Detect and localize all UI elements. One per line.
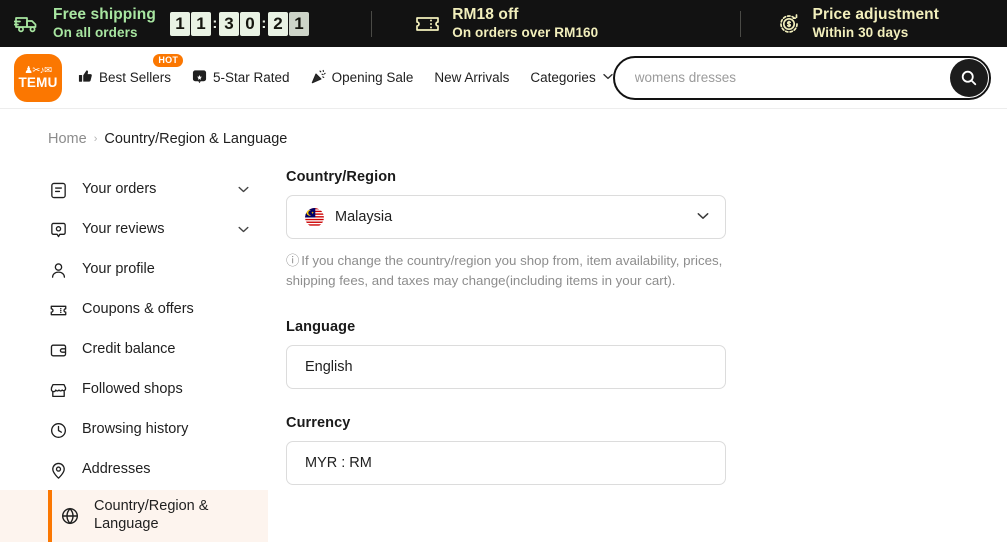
- breadcrumb-home[interactable]: Home: [48, 131, 87, 147]
- temu-logo[interactable]: ♟✂♪✉ TEMU: [14, 54, 62, 102]
- coupon-icon: [415, 14, 440, 34]
- clock-icon: [48, 420, 68, 440]
- page-body: Your orders Your reviews: [0, 147, 1007, 542]
- language-select[interactable]: English: [286, 345, 726, 389]
- main-navbar: ♟✂♪✉ TEMU Best Sellers HOT 5-Star R: [0, 47, 1007, 109]
- sidebar-label: Country/Region & Language: [94, 498, 224, 533]
- currency-select[interactable]: MYR : RM: [286, 441, 726, 485]
- sidebar-item-your-orders[interactable]: Your orders: [0, 170, 268, 210]
- logo-glyphs: ♟✂♪✉: [24, 66, 51, 76]
- promo-banner: Free shipping On all orders 1 1 : 3 0 : …: [0, 0, 1007, 47]
- timer-digit: 1: [289, 12, 309, 36]
- nav-item-categories[interactable]: Categories: [530, 67, 612, 88]
- sidebar-label: Browsing history: [82, 421, 268, 439]
- malaysia-flag-icon: [305, 208, 324, 227]
- promo-price-adjustment[interactable]: Price adjustment Within 30 days: [741, 0, 1007, 47]
- language-label: Language: [286, 319, 726, 335]
- country-change-note-text: If you change the country/region you sho…: [286, 253, 722, 288]
- thumbs-up-icon: [78, 69, 93, 87]
- timer-separator: :: [261, 15, 267, 32]
- sidebar-label: Credit balance: [82, 341, 268, 359]
- hot-badge: HOT: [153, 54, 183, 67]
- price-adjustment-title: Price adjustment: [813, 6, 940, 24]
- nav-label: Categories: [530, 70, 595, 85]
- search-bar: [613, 56, 991, 100]
- truck-icon: [14, 13, 41, 34]
- chevron-down-icon: [603, 72, 613, 83]
- timer-digit: 1: [170, 12, 190, 36]
- sidebar-item-coupons-offers[interactable]: Coupons & offers: [0, 290, 268, 330]
- country-region-select[interactable]: Malaysia: [286, 195, 726, 239]
- timer-digit: 2: [268, 12, 288, 36]
- nav-item-opening-sale[interactable]: Opening Sale: [311, 66, 414, 90]
- coupon-subtitle: On orders over RM160: [452, 25, 598, 41]
- nav-item-new-arrivals[interactable]: New Arrivals: [434, 67, 509, 88]
- orders-icon: [48, 180, 68, 200]
- logo-wordmark: TEMU: [18, 76, 57, 90]
- sidebar-label: Your profile: [82, 261, 268, 279]
- coupon-icon: [48, 300, 68, 320]
- promo-coupon[interactable]: RM18 off On orders over RM160: [372, 0, 739, 47]
- country-change-note: ⓘIf you change the country/region you sh…: [286, 251, 726, 292]
- breadcrumb-current: Country/Region & Language: [104, 131, 287, 147]
- nav-label: 5-Star Rated: [213, 70, 290, 85]
- country-region-value: Malaysia: [335, 209, 392, 225]
- coupon-title: RM18 off: [452, 6, 598, 24]
- sidebar-label: Your reviews: [82, 221, 224, 239]
- chevron-down-icon[interactable]: [238, 184, 249, 196]
- countdown-timer: 1 1 : 3 0 : 2 1: [170, 12, 309, 36]
- sidebar-label: Addresses: [82, 461, 268, 479]
- sidebar-item-your-reviews[interactable]: Your reviews: [0, 210, 268, 250]
- promo-free-shipping[interactable]: Free shipping On all orders 1 1 : 3 0 : …: [0, 0, 371, 47]
- currency-value: MYR : RM: [305, 455, 372, 471]
- sidebar-item-country-region-language[interactable]: Country/Region & Language: [0, 490, 268, 542]
- free-shipping-title: Free shipping: [53, 6, 156, 24]
- price-adjustment-icon: [777, 12, 801, 36]
- chevron-down-icon: [697, 211, 709, 223]
- breadcrumb-separator: ›: [94, 133, 98, 145]
- sidebar-label: Your orders: [82, 181, 224, 199]
- language-value: English: [305, 359, 353, 375]
- breadcrumb: Home › Country/Region & Language: [0, 109, 1007, 147]
- search-button[interactable]: [950, 59, 988, 97]
- shop-icon: [48, 380, 68, 400]
- profile-icon: [48, 260, 68, 280]
- country-region-label: Country/Region: [286, 169, 726, 185]
- sidebar-label: Followed shops: [82, 381, 268, 399]
- sidebar-item-followed-shops[interactable]: Followed shops: [0, 370, 268, 410]
- sidebar-item-browsing-history[interactable]: Browsing history: [0, 410, 268, 450]
- info-icon: ⓘ: [286, 253, 299, 268]
- account-sidebar: Your orders Your reviews: [0, 164, 268, 542]
- sidebar-label: Coupons & offers: [82, 301, 268, 319]
- timer-digit: 3: [219, 12, 239, 36]
- free-shipping-subtitle: On all orders: [53, 25, 156, 41]
- nav-label: Opening Sale: [332, 70, 414, 85]
- timer-digit: 0: [240, 12, 260, 36]
- wallet-icon: [48, 340, 68, 360]
- reviews-icon: [48, 220, 68, 240]
- sidebar-item-addresses[interactable]: Addresses: [0, 450, 268, 490]
- nav-item-best-sellers[interactable]: Best Sellers HOT: [78, 66, 171, 90]
- timer-separator: :: [212, 15, 218, 32]
- sidebar-item-your-profile[interactable]: Your profile: [0, 250, 268, 290]
- currency-label: Currency: [286, 415, 726, 431]
- sidebar-item-credit-balance[interactable]: Credit balance: [0, 330, 268, 370]
- party-popper-icon: [311, 69, 326, 87]
- price-adjustment-subtitle: Within 30 days: [813, 25, 940, 41]
- settings-panel: Country/Region: [268, 164, 726, 542]
- nav-item-5-star-rated[interactable]: 5-Star Rated: [192, 66, 290, 90]
- timer-digit: 1: [191, 12, 211, 36]
- search-input[interactable]: [613, 56, 991, 100]
- globe-icon: [60, 506, 80, 526]
- location-pin-icon: [48, 460, 68, 480]
- star-badge-icon: [192, 69, 207, 87]
- nav-label: New Arrivals: [434, 70, 509, 85]
- nav-label: Best Sellers: [99, 70, 171, 85]
- nav-links: Best Sellers HOT 5-Star Rated Opening Sa…: [78, 66, 613, 90]
- chevron-down-icon[interactable]: [238, 224, 249, 236]
